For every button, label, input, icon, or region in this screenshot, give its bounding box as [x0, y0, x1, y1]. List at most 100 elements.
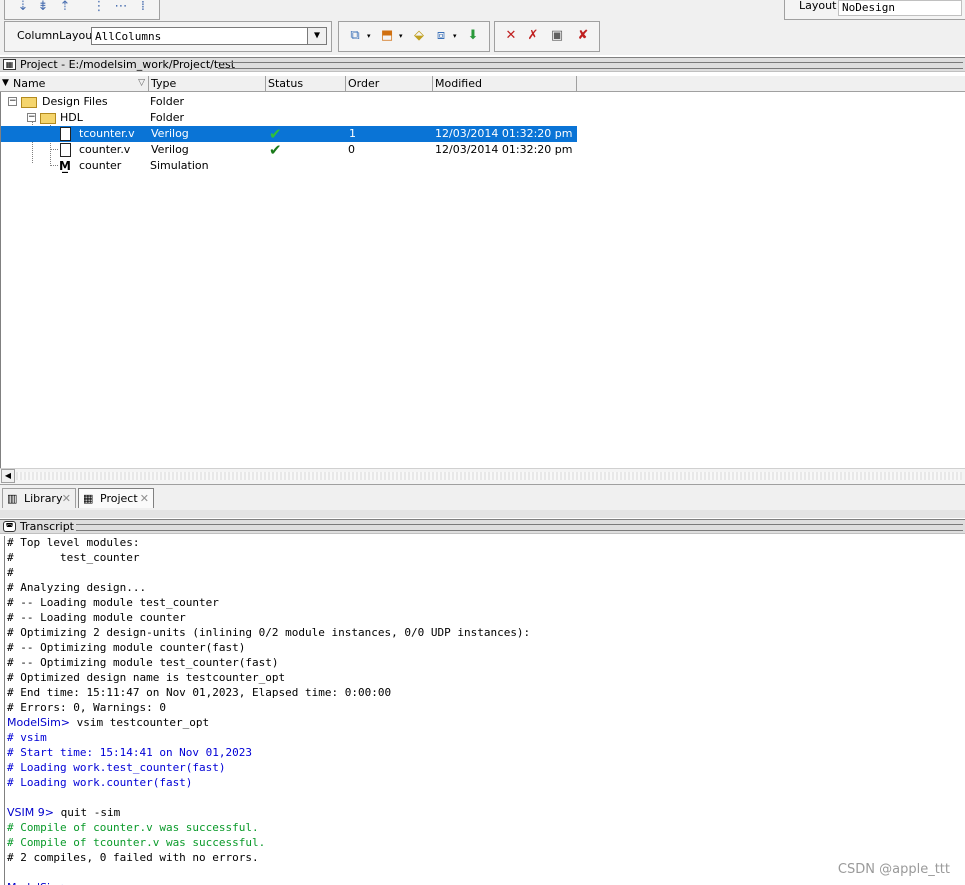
collapse-icon[interactable]: −	[27, 113, 36, 122]
layout-select[interactable]: NoDesign	[838, 0, 962, 16]
column-header-name[interactable]: Name ▽	[11, 76, 149, 91]
scroll-left-icon[interactable]: ◀	[1, 469, 15, 483]
transcript-line: # Errors: 0, Warnings: 0	[7, 701, 166, 714]
file-icon	[60, 143, 71, 157]
row-type: Verilog	[151, 143, 189, 156]
layout-label: Layout	[799, 0, 837, 12]
tab-library[interactable]: ▥ Library ✕	[2, 488, 76, 508]
transcript-line: #	[7, 566, 14, 579]
tree-collapse-icon[interactable]: ⋯	[113, 0, 129, 15]
tree-row-tcounter[interactable]: tcounter.v Verilog ✔ 1 12/03/2014 01:32:…	[0, 126, 965, 142]
close-icon[interactable]: ✕	[140, 489, 149, 508]
file-icon	[60, 127, 71, 141]
project-tree: − Design Files Folder − HDL Folder tcoun…	[0, 93, 965, 468]
scrollbar-track[interactable]	[16, 472, 962, 480]
tree-row-design-files[interactable]: − Design Files Folder	[0, 94, 965, 110]
clear-breakpoints-icon[interactable]: ✕	[503, 28, 519, 44]
transcript-line: # Compile of counter.v was successful.	[7, 821, 259, 834]
pane-grip[interactable]	[218, 62, 963, 69]
compile-toolbar: ⧉ ▾ ⬒ ▾ ⬙ ⧈ ▾ ⬇	[338, 21, 490, 52]
expand-icon[interactable]: ⇣	[15, 0, 31, 15]
transcript-line: # Loading work.test_counter(fast)	[7, 761, 226, 774]
transcript-line: # Optimizing 2 design-units (inlining 0/…	[7, 626, 531, 639]
row-modified: 12/03/2014 01:32:20 pm	[435, 127, 573, 140]
compile-selected-icon[interactable]: ⬒	[379, 28, 395, 44]
row-type: Folder	[150, 95, 184, 108]
folder-icon	[40, 113, 56, 124]
collapse-icon[interactable]: −	[8, 97, 17, 106]
row-type: Verilog	[151, 127, 189, 140]
close-icon[interactable]: ✕	[62, 489, 71, 508]
tree-row-counter-sim[interactable]: M̲ counter Simulation	[0, 158, 965, 174]
column-layout-value: AllColumns	[95, 30, 162, 43]
prompt-prefix: VSIM 9>	[7, 806, 54, 819]
column-layout-toolbar: ColumnLayout AllColumns ▼	[4, 21, 332, 52]
compile-order-dropdown-icon[interactable]: ▾	[453, 28, 459, 44]
transcript-console[interactable]: # Top level modules: # test_counter # # Ana…	[4, 536, 965, 885]
column-header-type[interactable]: Type	[149, 76, 266, 91]
expand-all-icon[interactable]: ⇟	[35, 0, 51, 15]
transcript-line: # Analyzing design...	[7, 581, 147, 594]
project-table-header: ▼ Name ▽ Type Status Order Modified	[0, 76, 965, 92]
prompt-command: quit -sim	[53, 806, 121, 819]
transcript-line: # Compile of tcounter.v was successful.	[7, 836, 266, 849]
transcript-line: # -- Loading module test_counter	[7, 596, 219, 609]
transcript-title: Transcript	[20, 520, 74, 533]
layout-toolbar: Layout NoDesign	[784, 0, 965, 20]
transcript-icon: ◚	[3, 521, 16, 532]
column-layout-select[interactable]: AllColumns ▼	[91, 27, 327, 45]
tab-project[interactable]: ▦ Project ✕	[78, 488, 154, 508]
row-name: HDL	[60, 111, 83, 124]
transcript-line: # Optimized design name is testcounter_o…	[7, 671, 286, 684]
column-header-order[interactable]: Order	[346, 76, 433, 91]
project-pane-icon: ▦	[3, 59, 16, 70]
pane-splitter[interactable]	[0, 510, 965, 518]
compile-selected-dropdown-icon[interactable]: ▾	[399, 28, 405, 44]
tree-row-counter-v[interactable]: counter.v Verilog ✔ 0 12/03/2014 01:32:2…	[0, 142, 965, 158]
row-type: Folder	[150, 111, 184, 124]
prompt-command: vsim testcounter_opt	[70, 716, 210, 729]
folder-icon	[21, 97, 37, 108]
simulate-icon[interactable]: ⬇	[465, 28, 481, 44]
pane-grip[interactable]	[76, 524, 963, 531]
pane-border	[0, 92, 1, 468]
toolbar: ⇣ ⇟ ⇡ ⋮ ⋯ ⁞ Layout NoDesign ColumnLayout…	[0, 0, 965, 55]
chevron-down-icon[interactable]: ▼	[307, 28, 326, 44]
tree-expand-icon[interactable]: ⋮	[91, 0, 107, 15]
transcript-line: # 2 compiles, 0 failed with no errors.	[7, 851, 259, 864]
compile-order-icon[interactable]: ⧈	[433, 28, 449, 44]
column-header-modified[interactable]: Modified	[433, 76, 577, 91]
row-type: Simulation	[150, 159, 209, 172]
row-order: 0	[348, 143, 355, 156]
sort-arrow-icon[interactable]: ▼	[2, 76, 9, 91]
structure-toolbar: ⇣ ⇟ ⇡ ⋮ ⋯ ⁞	[4, 0, 160, 20]
watermark: CSDN @apple_ttt	[837, 862, 950, 877]
compile-all-icon[interactable]: ⬙	[411, 28, 427, 44]
library-icon: ▥	[7, 492, 18, 505]
transcript-line: # -- Optimizing module counter(fast)	[7, 641, 246, 654]
transcript-titlebar: ◚ Transcript	[0, 519, 965, 534]
transcript-line: # Loading work.counter(fast)	[7, 776, 193, 789]
row-modified: 12/03/2014 01:32:20 pm	[435, 143, 573, 156]
horizontal-scrollbar[interactable]: ◀	[0, 468, 965, 484]
row-name: tcounter.v	[79, 127, 135, 140]
compile-icon[interactable]: ⧉	[347, 28, 363, 44]
project-icon: ▦	[83, 492, 94, 505]
filter-icon[interactable]: ▽	[138, 76, 145, 91]
remove-breakpoints-icon[interactable]: ✗	[525, 28, 541, 44]
column-name-label: Name	[13, 77, 46, 90]
transcript-line: # Start time: 15:14:41 on Nov 01,2023	[7, 746, 253, 759]
tabs-bar: ▥ Library ✕ ▦ Project ✕	[0, 484, 965, 511]
transcript-line: # -- Loading module counter	[7, 611, 186, 624]
prompt-prefix: ModelSim>	[7, 881, 70, 885]
project-pane-title: Project - E:/modelsim_work/Project/test	[20, 58, 236, 71]
edit-breakpoints-icon[interactable]: ▣	[549, 28, 565, 44]
compile-dropdown-icon[interactable]: ▾	[367, 28, 373, 44]
tree-row-hdl[interactable]: − HDL Folder	[0, 110, 965, 126]
collapse-icon[interactable]: ⇡	[57, 0, 73, 15]
delete-icon[interactable]: ✘	[575, 28, 591, 44]
tree-toggle-icon[interactable]: ⁞	[135, 0, 151, 15]
column-header-status[interactable]: Status	[266, 76, 346, 91]
transcript-line: # Top level modules:	[7, 536, 140, 549]
prompt-prefix: ModelSim>	[7, 716, 70, 729]
